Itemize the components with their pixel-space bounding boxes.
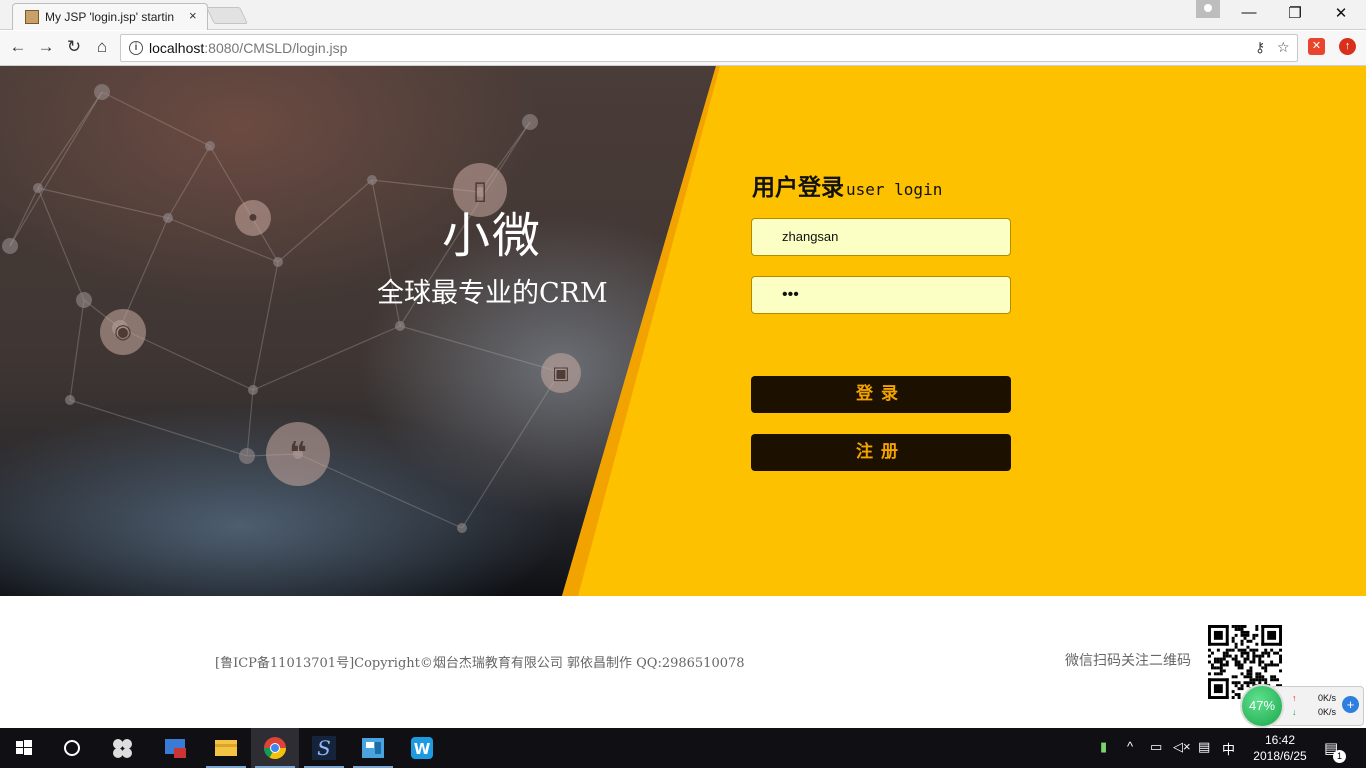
network-warning-icon[interactable]: ▤ (1198, 739, 1210, 755)
battery-icon[interactable]: ▭ (1150, 739, 1162, 755)
memory-usage-ball[interactable]: 47% (1240, 684, 1284, 728)
volume-muted-icon[interactable]: ◁× (1173, 739, 1191, 755)
wps-writer-icon[interactable]: W (398, 728, 446, 768)
windows-taskbar: S W ▮ ^ ▭ ◁× ▤ 中 16:42 2018/6/25 ▤ 1 (0, 728, 1366, 768)
show-hidden-icons-chevron-icon[interactable]: ^ (1127, 739, 1133, 754)
page-favicon-icon (25, 10, 39, 24)
myeclipse-app-icon[interactable]: S (300, 728, 348, 768)
upload-speed: 0K/s (1318, 693, 1337, 703)
minimize-button[interactable]: — (1229, 4, 1269, 21)
login-button[interactable]: 登录 (751, 376, 1011, 413)
browser-tab[interactable]: My JSP 'login.jsp' startin × (12, 3, 208, 30)
wechat-qr-caption: 微信扫码关注二维码 (1065, 652, 1191, 668)
login-title: 用户登录 user login (752, 174, 943, 200)
ime-indicator[interactable]: 中 (1222, 739, 1235, 758)
gift-icon: ▣ (541, 353, 581, 393)
start-button[interactable] (0, 728, 48, 768)
battery-charge-icon[interactable]: ▮ (1100, 739, 1107, 755)
svg-text:S: S (317, 736, 331, 760)
system-clock[interactable]: 16:42 2018/6/25 (1248, 732, 1312, 764)
register-button[interactable]: 注册 (751, 434, 1011, 471)
network-computer-app-icon[interactable] (152, 728, 200, 768)
site-info-icon[interactable]: i (129, 41, 143, 55)
network-speed-widget[interactable]: 47% ↑ 0K/s ↓ 0K/s + (1240, 684, 1366, 728)
back-icon[interactable]: ← (7, 37, 29, 57)
weibo-icon: ◉ (100, 309, 146, 355)
login-page: ▯ ● ◉ ▣ ❝ 小微 全球最专业的CRM 用户登录 user login zh… (0, 66, 1366, 596)
home-icon[interactable]: ⌂ (91, 37, 113, 57)
speed-plus-icon[interactable]: + (1342, 696, 1359, 713)
office-app-icon[interactable] (349, 728, 397, 768)
login-subtitle: user login (846, 180, 943, 199)
wechat-icon: ❝ (266, 422, 330, 486)
download-arrow-icon: ↓ (1292, 707, 1297, 717)
extension-upload-icon[interactable]: ↑ (1339, 38, 1356, 55)
task-view-icon[interactable] (98, 728, 146, 768)
forward-icon[interactable]: → (35, 37, 57, 57)
upload-arrow-icon: ↑ (1292, 693, 1297, 703)
profile-icon[interactable] (1196, 0, 1220, 18)
new-tab-button[interactable] (206, 7, 248, 24)
chrome-app-icon[interactable] (251, 728, 299, 768)
reload-icon[interactable]: ↻ (63, 37, 85, 57)
close-window-button[interactable]: ✕ (1321, 4, 1361, 22)
tab-title: My JSP 'login.jsp' startin (45, 10, 175, 24)
brand-slogan: 全球最专业的CRM (377, 278, 608, 309)
bookmark-star-icon[interactable]: ☆ (1277, 39, 1290, 56)
download-speed: 0K/s (1318, 707, 1337, 717)
tab-close-icon[interactable]: × (189, 8, 197, 23)
key-icon[interactable]: ⚷ (1255, 39, 1265, 56)
file-explorer-icon[interactable] (202, 728, 250, 768)
address-bar[interactable]: i localhost:8080/CMSLD/login.jsp ⚷ ☆ (120, 34, 1298, 62)
password-input[interactable]: ••• (751, 276, 1011, 314)
brand-name: 小微 (442, 208, 543, 264)
search-circle-icon[interactable] (48, 728, 96, 768)
username-input[interactable]: zhangsan (751, 218, 1011, 256)
maximize-button[interactable]: ❐ (1275, 4, 1315, 22)
extension-tools-icon[interactable]: ✕ (1308, 38, 1325, 55)
url-text[interactable]: localhost:8080/CMSLD/login.jsp (149, 40, 347, 56)
copyright-text: [鲁ICP备11013701号]Copyright©烟台杰瑞教育有限公司 郭依昌… (215, 656, 745, 671)
user-check-icon: ● (235, 200, 271, 236)
notification-count-badge: 1 (1333, 750, 1346, 763)
browser-toolbar: ← → ↻ ⌂ i localhost:8080/CMSLD/login.jsp… (0, 31, 1366, 66)
svg-text:W: W (414, 740, 431, 758)
tab-strip: My JSP 'login.jsp' startin × — ❐ ✕ (0, 0, 1366, 30)
